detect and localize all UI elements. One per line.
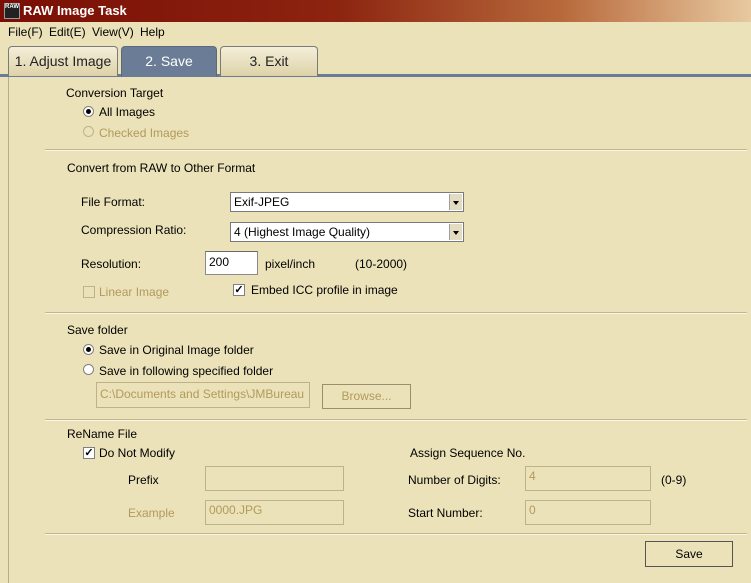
digits-label: Number of Digits: [408,473,501,487]
folder-path-input[interactable]: C:\Documents and Settings\JMBureau [96,382,310,408]
file-format-select[interactable]: Exif-JPEG [230,192,464,212]
do-not-modify-label: Do Not Modify [99,446,176,460]
resolution-label: Resolution: [81,257,142,271]
radio-checked-images[interactable] [83,126,94,137]
resolution-input[interactable]: 200 [205,251,258,275]
menu-view[interactable]: View(V) [92,25,134,39]
menu-help[interactable]: Help [140,25,165,39]
section-divider [45,312,747,314]
file-format-value: Exif-JPEG [234,195,290,209]
prefix-input[interactable] [205,466,344,491]
rename-heading: ReName File [67,427,138,441]
digits-input[interactable]: 4 [525,466,651,491]
prefix-label: Prefix [128,473,159,487]
radio-all-images[interactable] [83,106,94,117]
specified-folder-label: Save in following specified folder [99,364,274,378]
chevron-down-icon [449,194,462,210]
start-number-input[interactable]: 0 [525,500,651,525]
title-bar: RAW RAW Image Task [0,0,751,22]
raw-app-icon: RAW [4,3,20,19]
radio-specified-folder[interactable] [83,364,94,375]
embed-icc-label: Embed ICC profile in image [251,283,398,297]
original-folder-label: Save in Original Image folder [99,343,254,357]
resolution-unit: pixel/inch [265,257,316,271]
section-divider [45,419,747,421]
all-images-label: All Images [99,105,156,119]
compression-ratio-select[interactable]: 4 (Highest Image Quality) [230,222,464,242]
file-format-label: File Format: [81,195,146,209]
convert-heading: Convert from RAW to Other Format [67,161,256,175]
save-folder-heading: Save folder [67,323,128,337]
resolution-range: (10-2000) [355,257,408,271]
menu-edit[interactable]: Edit(E) [49,25,86,39]
compression-ratio-label: Compression Ratio: [81,223,187,237]
tab-adjust-image[interactable]: 1. Adjust Image [8,46,118,76]
radio-original-folder[interactable] [83,344,94,355]
example-field: 0000.JPG [205,500,344,525]
digits-range: (0-9) [661,473,687,487]
menu-bar: File(F) Edit(E) View(V) Help [0,22,751,41]
menu-file[interactable]: File(F) [8,25,43,39]
do-not-modify-checkbox[interactable]: ✓ [83,447,95,459]
tab-save[interactable]: 2. Save [121,46,217,77]
start-number-label: Start Number: [408,506,483,520]
browse-button[interactable]: Browse... [322,384,411,409]
tab-exit[interactable]: 3. Exit [220,46,318,76]
section-divider [45,533,747,535]
chevron-down-icon [449,224,462,240]
linear-image-label: Linear Image [99,285,170,299]
embed-icc-checkbox[interactable]: ✓ [233,284,245,296]
save-button[interactable]: Save [645,541,733,567]
example-label: Example [128,506,175,520]
conversion-target-heading: Conversion Target [66,86,164,100]
linear-image-checkbox[interactable] [83,286,95,298]
section-divider [45,149,747,151]
checked-images-label: Checked Images [99,126,190,140]
sequence-heading: Assign Sequence No. [410,446,526,460]
compression-ratio-value: 4 (Highest Image Quality) [234,225,371,239]
window-title: RAW Image Task [23,3,127,18]
